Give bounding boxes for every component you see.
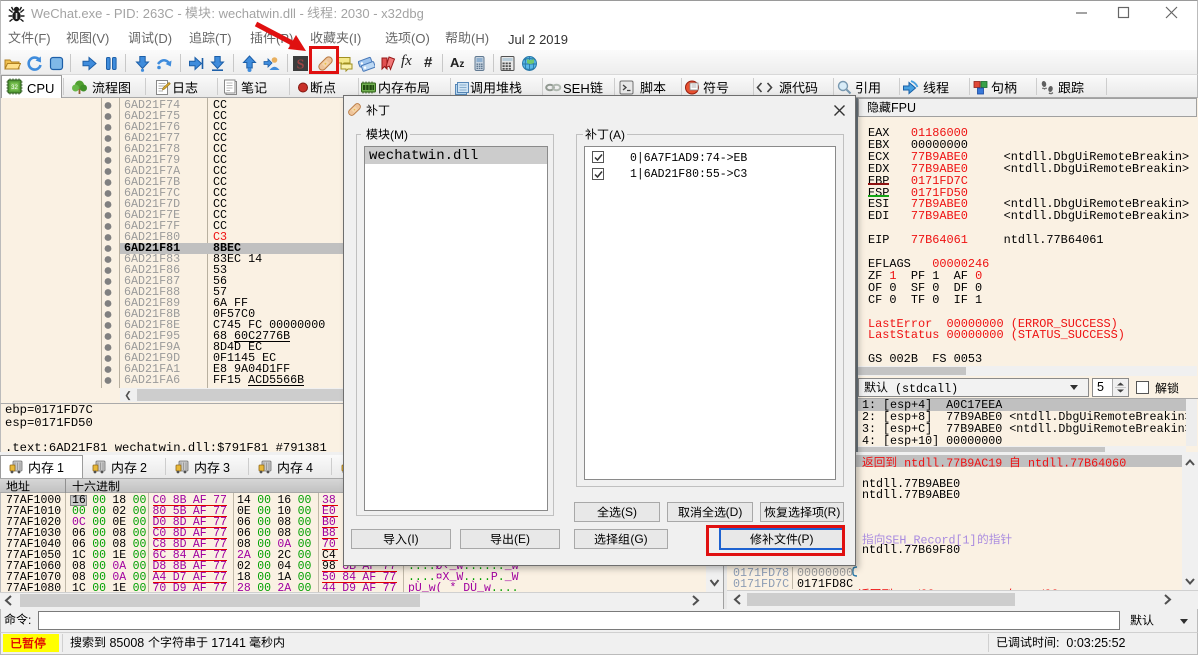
- svg-text:S: S: [297, 58, 305, 73]
